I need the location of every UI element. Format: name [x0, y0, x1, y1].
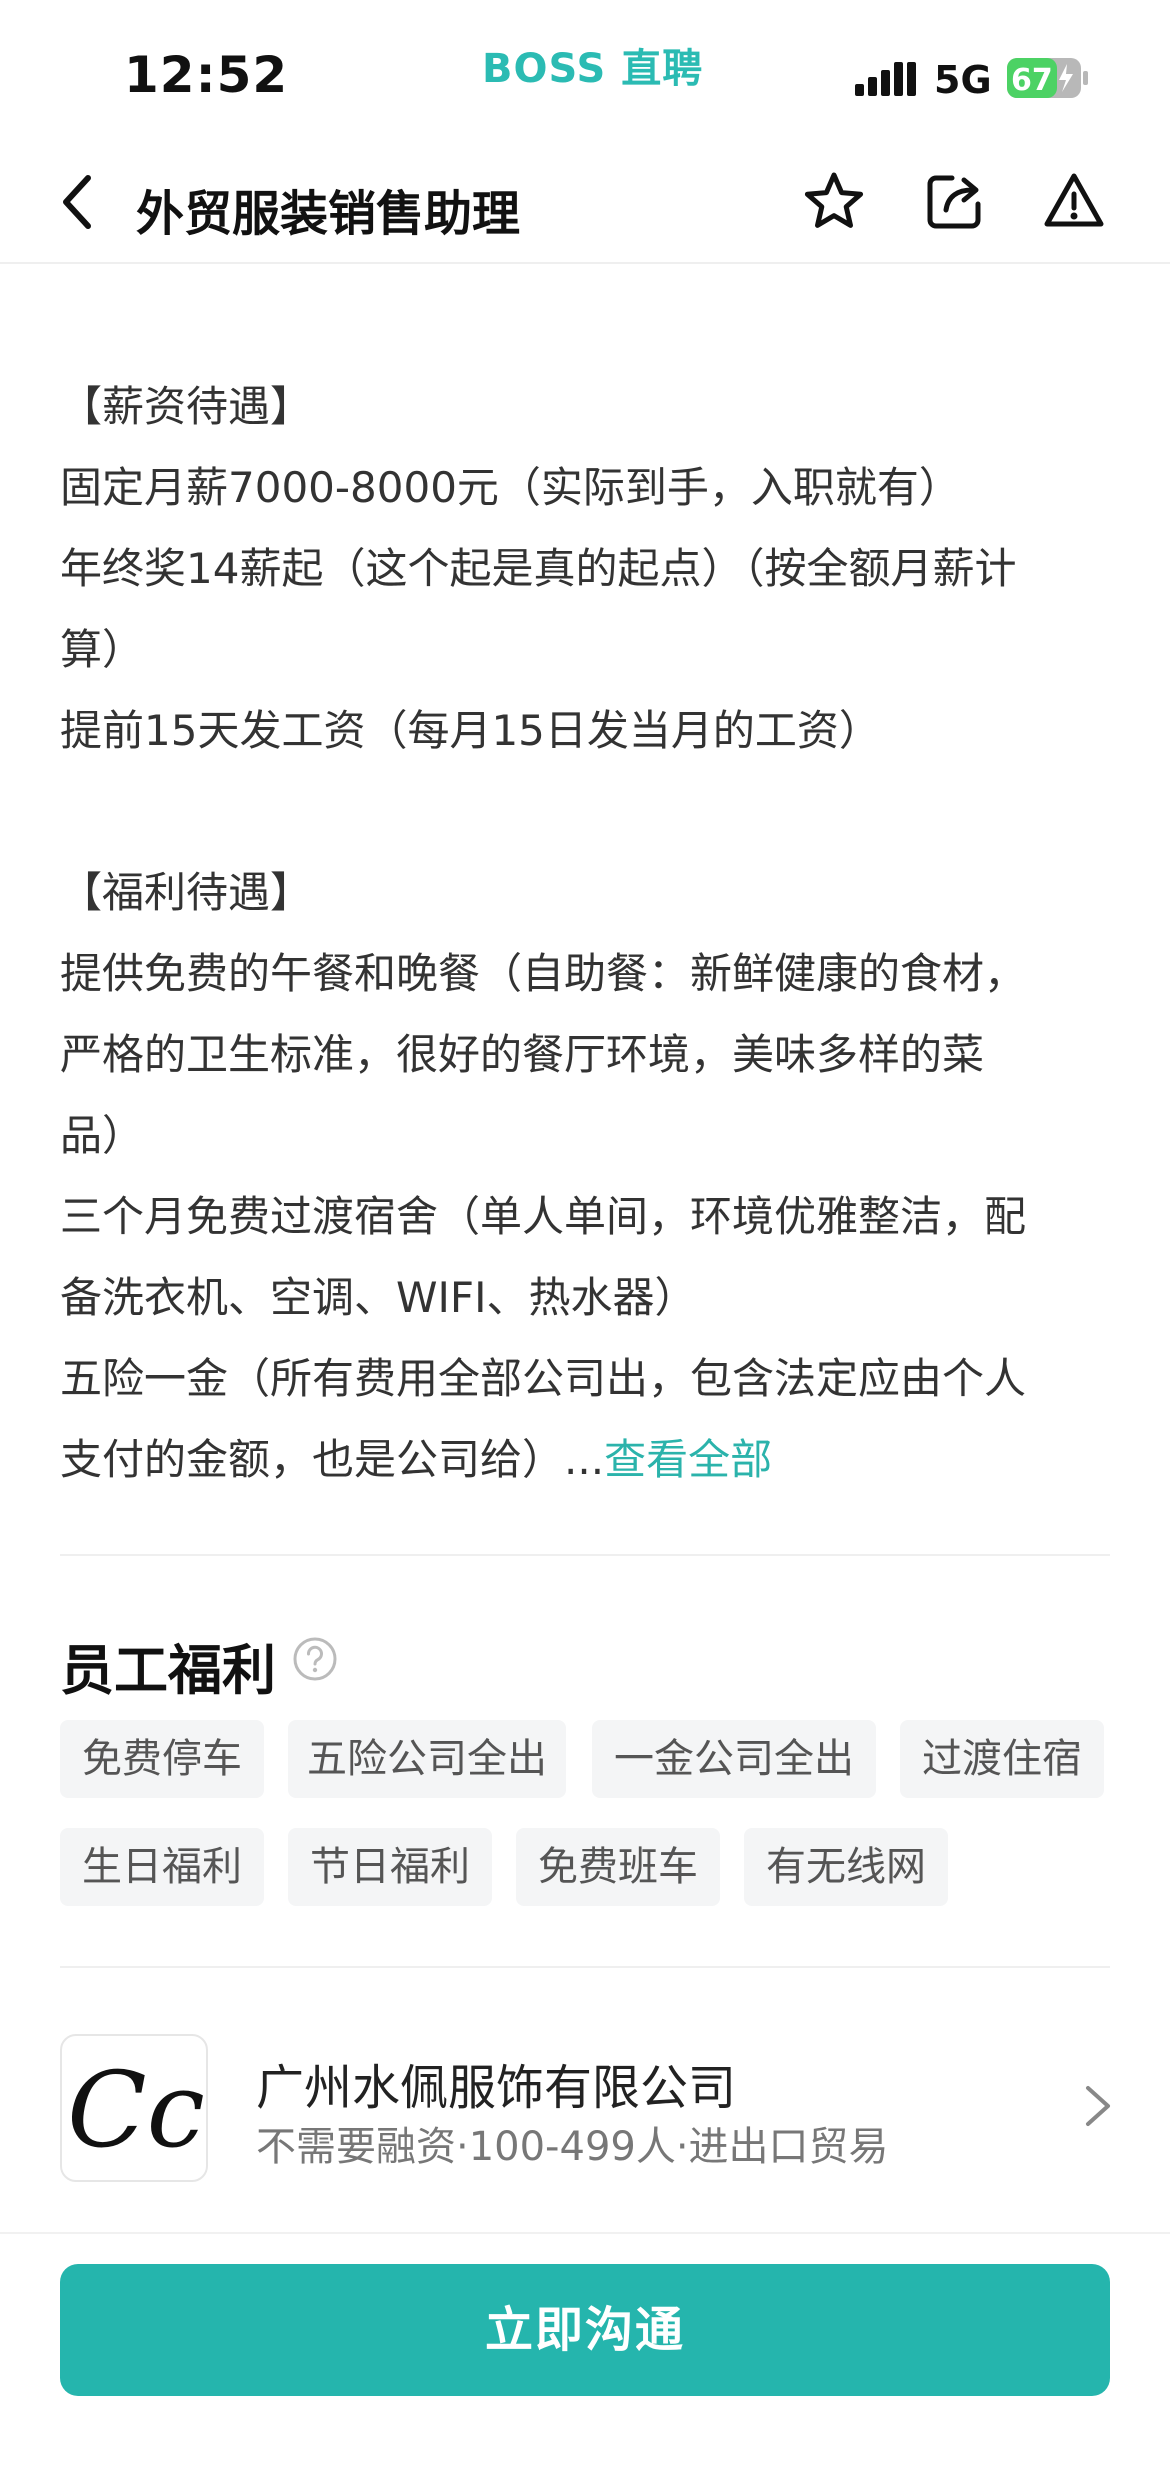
nav-bar: 外贸服装销售助理 — [0, 140, 1170, 264]
description-line: 年终奖14薪起（这个起是真的起点）（按全额月薪计 — [60, 544, 1017, 593]
description-line: 固定月薪7000-8000元（实际到手，入职就有） — [60, 463, 961, 512]
battery-level: 67 — [1011, 63, 1053, 98]
battery-icon: 67 — [1007, 58, 1088, 98]
company-logo[interactable]: Cc — [60, 2034, 208, 2182]
status-bar: 12:52 BOSS 直聘 5G 67 — [0, 0, 1170, 140]
description-line: 三个月免费过渡宿舍（单人单间，环境优雅整洁，配 — [60, 1192, 1027, 1241]
description-line: 【薪资待遇】 — [60, 382, 313, 431]
description-line: 五险一金（所有费用全部公司出，包含法定应由个人 — [60, 1354, 1027, 1403]
benefit-tag: 节日福利 — [288, 1828, 492, 1906]
benefit-tag: 有无线网 — [744, 1828, 948, 1906]
page-title: 外贸服装销售助理 — [136, 186, 521, 242]
signal-icon — [855, 62, 916, 96]
job-description: 【薪资待遇】 固定月薪7000-8000元（实际到手，入职就有） 年终奖14薪起… — [60, 366, 1120, 1500]
benefits-title: 员工福利 — [60, 1639, 276, 1702]
description-last-line: 支付的金额，也是公司给）...查看全部 — [60, 1419, 1120, 1500]
description-line: 算） — [60, 625, 145, 674]
network-type: 5G — [934, 58, 992, 102]
benefit-tag: 过渡住宿 — [900, 1720, 1104, 1798]
benefit-tag: 免费停车 — [60, 1720, 264, 1798]
status-time: 12:52 — [124, 46, 289, 104]
divider — [60, 1966, 1110, 1968]
company-logo-mark: Cc — [67, 2049, 205, 2171]
share-icon — [927, 175, 981, 229]
description-blank-line — [60, 771, 1120, 852]
description-line: 【福利待遇】 — [60, 868, 313, 917]
benefit-tag: 五险公司全出 — [288, 1720, 566, 1798]
question-circle-icon[interactable] — [292, 1636, 338, 1682]
back-arrow-icon — [63, 175, 91, 229]
benefit-tag: 生日福利 — [60, 1828, 264, 1906]
company-name[interactable]: 广州水佩服饰有限公司 — [256, 2048, 736, 2118]
star-icon — [804, 172, 864, 228]
description-line: 品） — [60, 1111, 145, 1160]
bottom-bar-divider — [0, 2232, 1170, 2234]
benefit-tag: 一金公司全出 — [592, 1720, 876, 1798]
benefit-tag: 免费班车 — [516, 1828, 720, 1906]
description-truncated-text: 支付的金额，也是公司给）... — [60, 1435, 605, 1484]
chat-now-button[interactable]: 立即沟通 — [60, 2264, 1110, 2396]
status-brand: BOSS 直聘 — [482, 46, 704, 92]
back-button[interactable] — [42, 166, 114, 238]
warning-icon — [1044, 173, 1104, 227]
view-all-link[interactable]: 查看全部 — [604, 1435, 772, 1484]
description-line: 严格的卫生标准，很好的餐厅环境，美味多样的菜 — [60, 1030, 985, 1079]
job-detail-screen: 12:52 BOSS 直聘 5G 67 外贸服装销售助理 【薪资待遇】 固定月薪… — [0, 0, 1170, 2492]
description-line: 备洗衣机、空调、WIFI、热水器） — [60, 1273, 697, 1322]
report-button[interactable] — [1038, 166, 1110, 238]
share-button[interactable] — [918, 166, 990, 238]
description-line: 提前15天发工资（每月15日发当月的工资） — [60, 706, 881, 755]
company-logo-text: Cc — [67, 2049, 205, 2171]
company-meta: 不需要融资·100-499人·进出口贸易 — [256, 2124, 889, 2170]
chevron-right-icon[interactable] — [1078, 2080, 1118, 2132]
divider — [60, 1554, 1110, 1556]
description-line: 提供免费的午餐和晚餐（自助餐：新鲜健康的食材， — [60, 949, 1027, 998]
favorite-button[interactable] — [798, 166, 870, 238]
